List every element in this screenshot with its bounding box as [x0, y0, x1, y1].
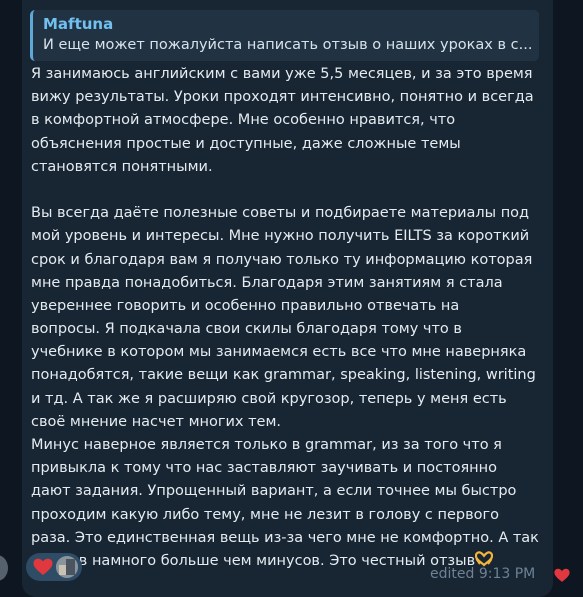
- reply-text: И еще может пожалуйста написать отзыв о …: [43, 37, 531, 53]
- message-line: раза. Это единственная вещь из-за чего м…: [31, 527, 551, 550]
- message-line: в комфортной атмосфере. Мне особенно нра…: [31, 109, 551, 132]
- reply-author: Maftuna: [43, 15, 114, 33]
- message-line-text: срок и благодаря вам я получаю только ту…: [31, 251, 533, 268]
- message-line: объяснения простые и доступные, даже сло…: [31, 133, 551, 156]
- message-line-text: своё мнение насчет многих тем.: [31, 413, 282, 430]
- message-line: увереннее говорить и особенно правильно …: [31, 295, 551, 318]
- message-line-text: Я занимаюсь английским с вами уже 5,5 ме…: [31, 66, 533, 82]
- message-line-text: увереннее говорить и особенно правильно …: [31, 297, 460, 314]
- message-line: срок и благодаря вам я получаю только ту…: [31, 249, 551, 272]
- message-line: привыкла к тому что нас заставляют заучи…: [31, 457, 551, 480]
- message-line-text: объяснения простые и доступные, даже сло…: [31, 135, 461, 152]
- message-line: мой уровень и интересы. Мне нужно получи…: [31, 225, 551, 248]
- message-text: Я занимаюсь английским с вами уже 5,5 ме…: [31, 63, 551, 573]
- message-line: проходим какую либо тему, мне не лезит в…: [31, 504, 551, 527]
- message-line: мне правда понадобиться. Благодаря этим …: [31, 272, 551, 295]
- message-line: становятся понятными.: [31, 156, 551, 179]
- message-line-text: понадобятся, такие вещи как grammar, spe…: [31, 367, 536, 384]
- message-line: и тд. А так же я расширяю свой кругозор,…: [31, 388, 551, 411]
- message-line-text: вижу результаты. Уроки проходят интенсив…: [31, 89, 534, 106]
- message-line-text: плюсов намного больше чем минусов. Это ч…: [31, 552, 476, 569]
- reaction-pill[interactable]: [26, 553, 82, 581]
- message-line: [31, 179, 551, 202]
- message-line-text: вопросы. Я подкачала свои скилы благодар…: [31, 321, 462, 338]
- reply-quote[interactable]: Maftuna И еще может пожалуйста написать …: [30, 10, 539, 61]
- message-line-text: Вы всегда даёте полезные советы и подбир…: [31, 205, 530, 222]
- message-line: дают задания. Упрощенный вариант, а если…: [31, 480, 551, 503]
- message-line: учебнике в котором мы занимаемся есть вс…: [31, 341, 551, 364]
- message-line-text: мне правда понадобиться. Благодаря этим …: [31, 274, 503, 291]
- message-line: понадобятся, такие вещи как grammar, spe…: [31, 364, 551, 387]
- message-line-text: Минус наверное является только в grammar…: [31, 437, 502, 453]
- message-line-text: в комфортной атмосфере. Мне особенно нра…: [31, 112, 456, 129]
- message-line-text: привыкла к тому что нас заставляют заучи…: [31, 460, 498, 477]
- message-line: Я занимаюсь английским с вами уже 5,5 ме…: [31, 63, 551, 86]
- message-line-text: и тд. А так же я расширяю свой кругозор,…: [31, 390, 507, 407]
- message-line-text: дают задания. Упрощенный вариант, а если…: [31, 483, 517, 500]
- heart-icon: [33, 558, 53, 575]
- chat-view: Maftuna И еще может пожалуйста написать …: [0, 0, 583, 597]
- message-line: вижу результаты. Уроки проходят интенсив…: [31, 86, 551, 109]
- message-line-text: раза. Это единственная вещь из-за чего м…: [31, 529, 539, 546]
- message-line-text: учебнике в котором мы занимаемся есть вс…: [31, 344, 527, 361]
- heart-reaction-icon[interactable]: [554, 568, 570, 583]
- message-line: Вы всегда даёте полезные советы и подбир…: [31, 202, 551, 225]
- message-line-text: мой уровень и интересы. Мне нужно получи…: [31, 228, 530, 245]
- message-line-text: становятся понятными.: [31, 158, 213, 175]
- message-line: вопросы. Я подкачала свои скилы благодар…: [31, 318, 551, 341]
- reactor-avatar: [56, 556, 78, 578]
- message-line-text: проходим какую либо тему, мне не лезит в…: [31, 506, 499, 523]
- sender-avatar[interactable]: [0, 555, 8, 581]
- message-line: своё мнение насчет многих тем.: [31, 411, 551, 434]
- edited-timestamp: edited 9:13 PM: [430, 566, 536, 582]
- message-line: Минус наверное является только в grammar…: [31, 434, 551, 457]
